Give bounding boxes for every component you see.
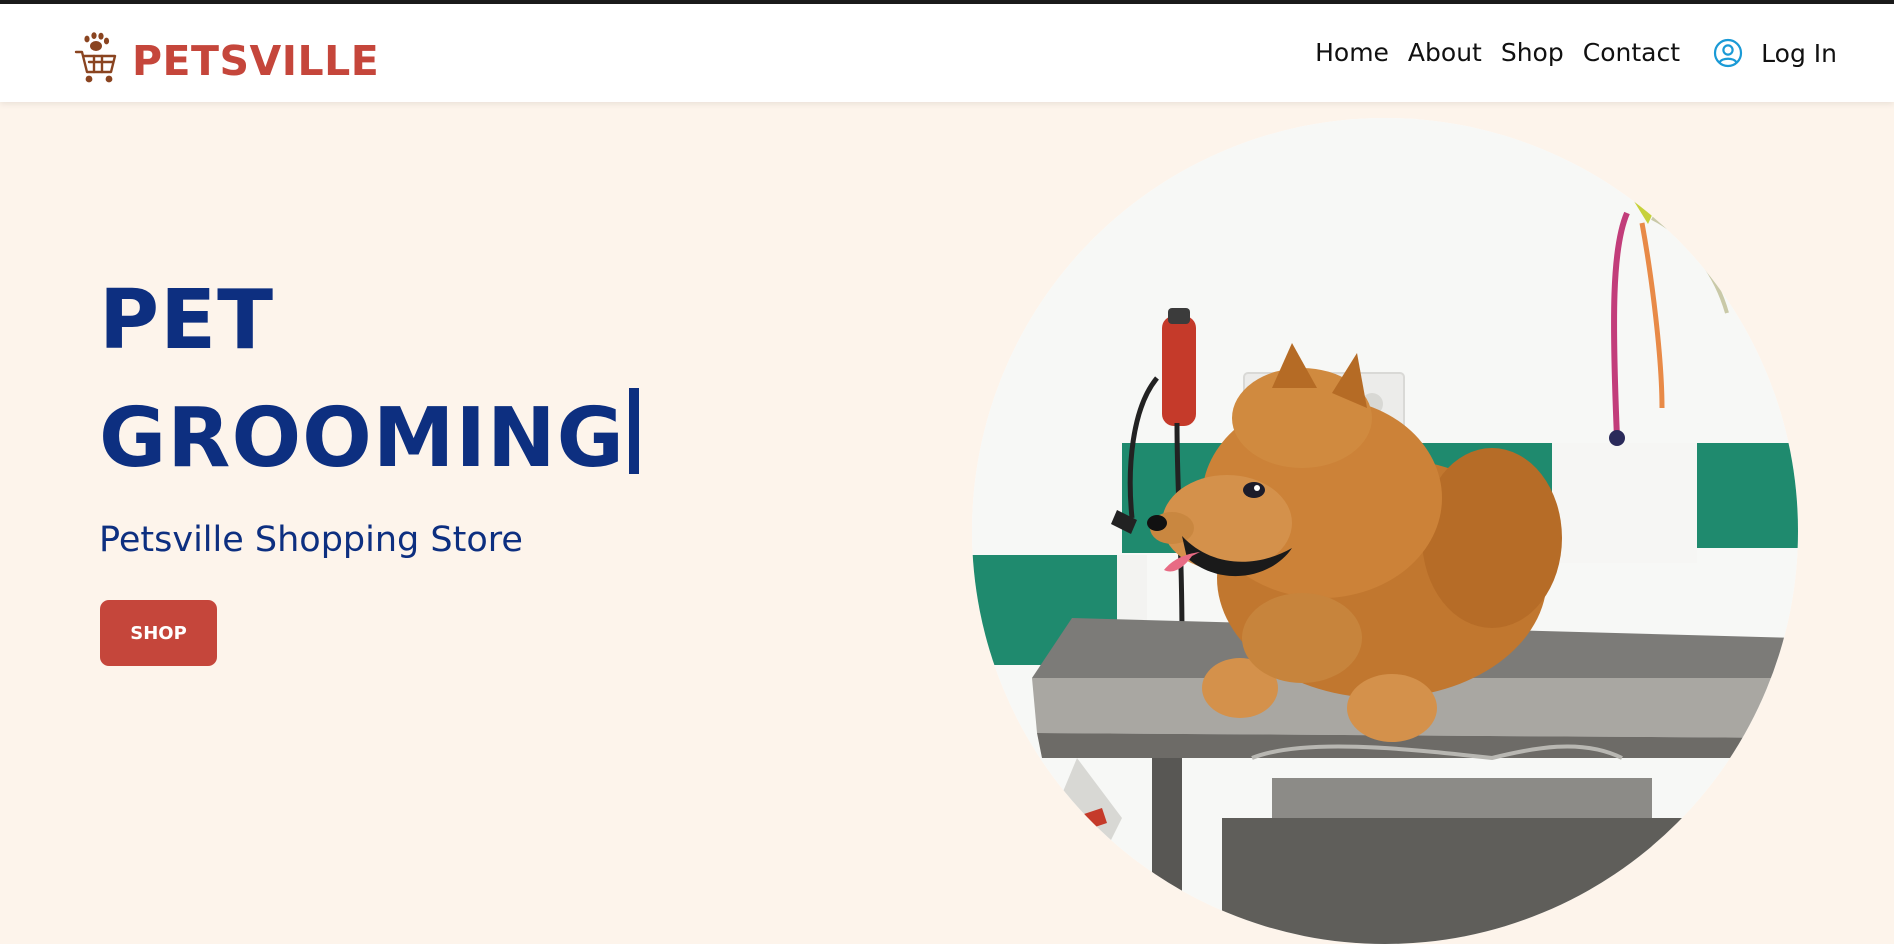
navbar: PETSVILLE Home About Shop Contact Log In <box>0 4 1894 102</box>
user-circle-icon <box>1714 38 1743 68</box>
login-link[interactable]: Log In <box>1713 38 1837 68</box>
hero-title-line-2: GROOMING <box>99 391 625 486</box>
nav-menu: Home About Shop Contact <box>1315 40 1680 65</box>
brand-name: PETSVILLE <box>132 36 380 85</box>
paw-cart-icon <box>74 32 117 83</box>
nav-link-home[interactable]: Home <box>1315 40 1389 65</box>
brand[interactable]: PETSVILLE <box>74 32 379 84</box>
hero-subtitle: Petsville Shopping Store <box>99 520 523 560</box>
hero-title: PET GROOMING <box>99 262 639 498</box>
hero-image <box>972 118 1798 944</box>
login-label: Log In <box>1761 38 1837 68</box>
typing-cursor <box>628 388 639 474</box>
nav-link-contact[interactable]: Contact <box>1583 40 1680 65</box>
nav-link-about[interactable]: About <box>1408 40 1482 65</box>
shop-button[interactable]: SHOP <box>100 600 217 666</box>
pomeranian-dog-on-grooming-table-photo <box>972 118 1798 944</box>
hero-title-line-1: PET <box>99 273 275 368</box>
nav-link-shop[interactable]: Shop <box>1501 40 1564 65</box>
